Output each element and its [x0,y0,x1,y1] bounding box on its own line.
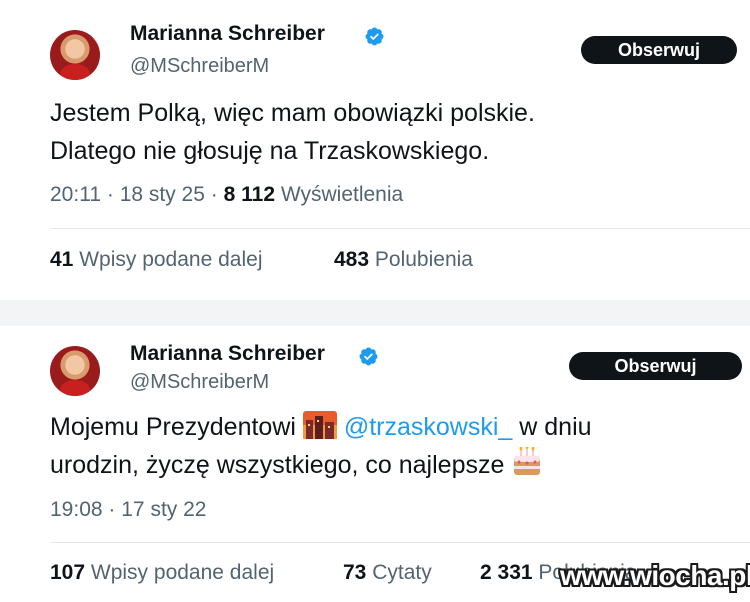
follow-button[interactable]: Obserwuj [581,36,737,64]
mention-link[interactable]: @trzaskowski_ [344,413,512,441]
separator: · [210,183,218,206]
tweet-card-1: Marianna Schreiber @MSchreiberM Obserwuj… [0,0,750,300]
divider [50,542,750,543]
author-handle[interactable]: @MSchreiberM [130,371,269,394]
tweet-meta: 20:11 · 18 sty 25 · 8 112 Wyświetlenia [50,183,403,207]
tweet-text-fragment: Mojemu Prezydentowi [50,413,296,441]
tweet-date[interactable]: 18 sty 25 [120,183,205,206]
reposts-label: Wpisy podane dalej [79,248,263,271]
reposts-count: 41 [50,248,74,271]
separator: · [106,183,114,206]
divider [50,228,750,229]
views-label: Wyświetlenia [280,183,404,206]
likes-count: 2 331 [480,561,533,584]
likes-count: 483 [334,248,370,271]
verified-badge-icon [365,27,384,46]
author-name[interactable]: Marianna Schreiber [130,342,325,366]
cityscape-at-dusk-icon [302,411,337,439]
reposts-stat[interactable]: 107 Wpisy podane dalej [50,561,274,585]
quotes-count: 73 [343,561,367,584]
tweet-time[interactable]: 19:08 [50,498,103,521]
tweet-date[interactable]: 17 sty 22 [121,498,206,521]
tweet-text-line: Mojemu Prezydentowi @trzaskowski_ w dniu [50,408,592,446]
tweet-text-fragment: w dniu [519,413,592,441]
quotes-label: Cytaty [372,561,432,584]
follow-button[interactable]: Obserwuj [569,352,742,380]
tweet-text-line: Jestem Polką, więc mam obowiązki polskie… [50,99,535,127]
tweet-text-line: urodzin, życzę wszystkiego, co najlepsze [50,446,592,484]
author-name[interactable]: Marianna Schreiber [130,22,325,46]
tweet-text: Jestem Polką, więc mam obowiązki polskie… [50,94,535,170]
avatar[interactable] [50,346,100,396]
likes-stat[interactable]: 483 Polubienia [334,248,473,272]
avatar[interactable] [50,30,100,80]
separator: · [108,498,116,521]
tweet-text-fragment: urodzin, życzę wszystkiego, co najlepsze [50,451,505,479]
reposts-count: 107 [50,561,86,584]
likes-label: Polubienia [374,248,473,271]
tweet-stats: 41 Wpisy podane dalej 483 Polubienia [50,248,740,278]
verified-badge-icon [359,347,378,366]
tweet-text-line: Dlatego nie głosuję na Trzaskowskiego. [50,137,490,165]
site-watermark: www.wiocha.pl [560,560,750,591]
tweet-separator-gap [0,300,750,326]
tweet-text: Mojemu Prezydentowi @trzaskowski_ w dniu… [50,408,592,484]
birthday-cake-icon [514,447,541,475]
reposts-label: Wpisy podane dalej [90,561,275,584]
reposts-stat[interactable]: 41 Wpisy podane dalej [50,248,262,272]
quotes-stat[interactable]: 73 Cytaty [343,561,432,585]
views-count: 8 112 [223,183,276,206]
author-handle[interactable]: @MSchreiberM [130,55,269,78]
tweet-time[interactable]: 20:11 [50,183,101,206]
tweet-meta: 19:08 · 17 sty 22 [50,498,206,522]
